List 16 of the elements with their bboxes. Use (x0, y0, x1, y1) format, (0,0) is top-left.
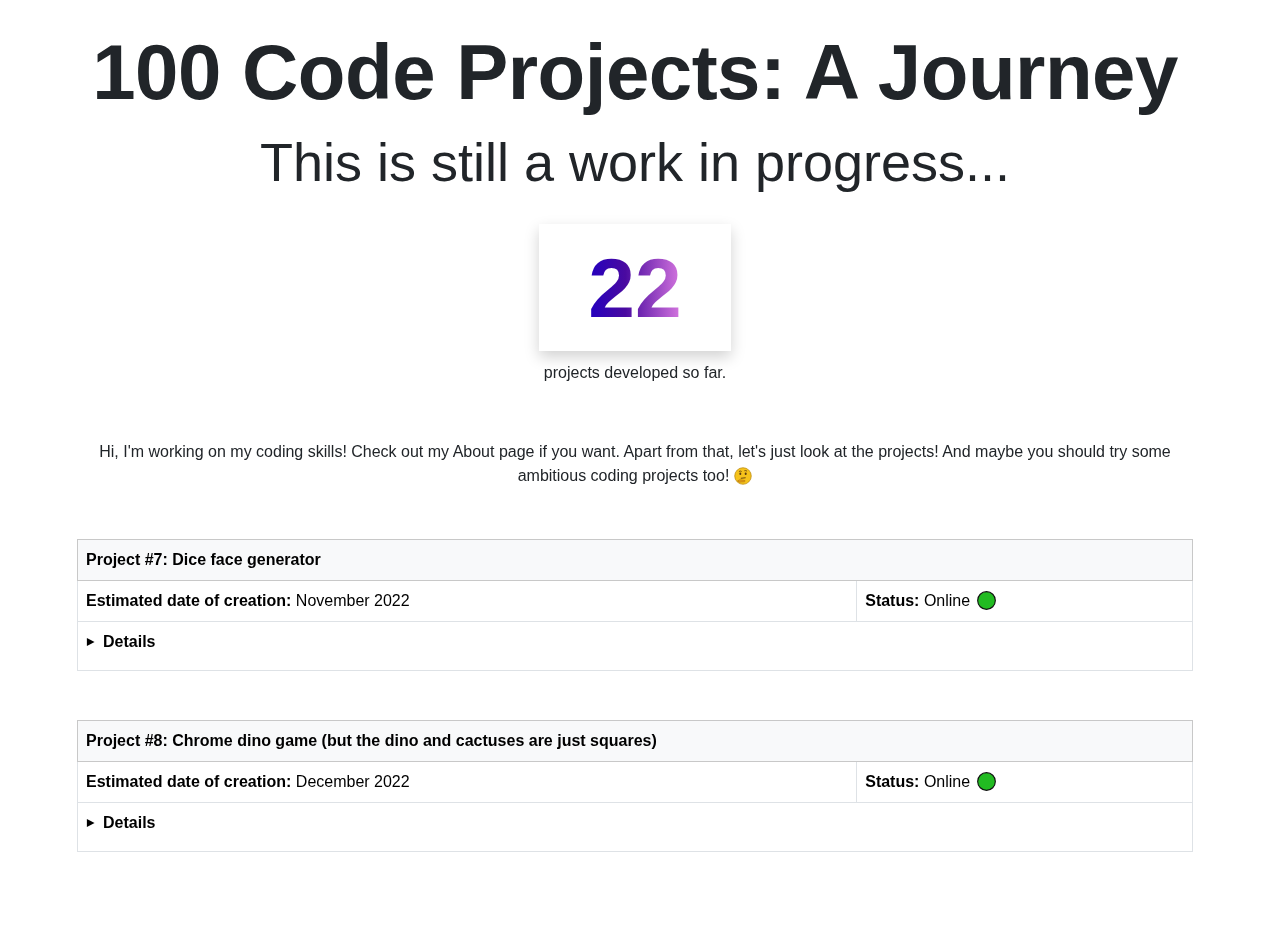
status-text: Status: Online (865, 592, 971, 610)
triangle-icon (86, 818, 95, 829)
creation-date-cell: Estimated date of creation: November 2022 (77, 580, 857, 622)
project-title-cell: Project #8: Chrome dino game (but the dino and cactuses are just squares) (77, 720, 1193, 762)
triangle-icon (86, 637, 95, 648)
page-subtitle: This is still a work in progress... (259, 130, 1011, 194)
creation-date-cell: Estimated date of creation: December 2022 (77, 761, 857, 803)
details-toggle[interactable]: Details (86, 630, 156, 655)
project-title-cell: Project #7: Dice face generator (77, 539, 1193, 581)
page-title: 100 Code Projects: A Journey (92, 27, 1178, 118)
intro-text: ambitious coding projects too! (517, 466, 730, 487)
details-toggle[interactable]: Details (86, 811, 156, 836)
intro-text: Hi, I'm working on my coding skills! Check out my About page if you want. Apart from that, let's just look at the projects! And maybe you should try some (99, 442, 1171, 463)
thinking-face-icon (734, 467, 753, 486)
status-text: Status: Online (865, 773, 971, 791)
counter-caption: projects developed so far. (543, 363, 727, 384)
